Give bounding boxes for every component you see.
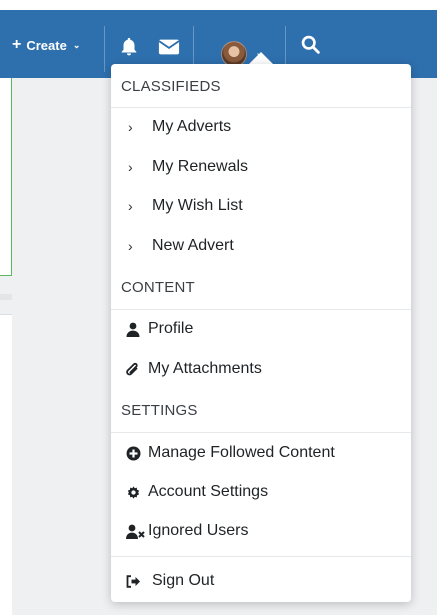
- menu-item-sign-out[interactable]: Sign Out: [111, 565, 411, 597]
- section-heading-settings: SETTINGS: [111, 388, 411, 432]
- section-divider: [111, 432, 411, 433]
- menu-item-label: My Renewals: [152, 158, 249, 175]
- menu-item-profile[interactable]: Profile: [111, 313, 411, 345]
- account-dropdown-menu: CLASSIFIEDS › My Adverts › My Renewals ›…: [111, 64, 411, 602]
- sign-out-icon: [111, 574, 152, 588]
- menu-item-ignored-users[interactable]: Ignored Users: [111, 515, 411, 547]
- menu-item-label: Sign Out: [152, 572, 215, 589]
- background-panel: [0, 314, 12, 615]
- chevron-right-icon: ›: [128, 238, 133, 254]
- section-heading-label: CONTENT: [121, 278, 195, 296]
- bell-icon[interactable]: [118, 36, 140, 58]
- menu-item-label: My Wish List: [152, 197, 243, 214]
- user-times-icon: [111, 524, 148, 539]
- menu-item-manage-followed-content[interactable]: Manage Followed Content: [111, 437, 411, 469]
- section-heading-content: CONTENT: [111, 265, 411, 309]
- background-divider: [0, 294, 12, 300]
- plus-circle-icon: [111, 446, 148, 461]
- section-divider: [111, 309, 411, 310]
- menu-item-account-settings[interactable]: Account Settings: [111, 476, 411, 508]
- user-icon: [111, 322, 148, 337]
- paperclip-icon: [111, 362, 148, 377]
- search-icon[interactable]: [300, 34, 321, 55]
- create-label: Create: [26, 37, 67, 53]
- envelope-icon[interactable]: [158, 38, 180, 56]
- section-heading-label: CLASSIFIEDS: [121, 77, 221, 95]
- menu-item-my-attachments[interactable]: My Attachments: [111, 353, 411, 385]
- menu-item-label: Manage Followed Content: [148, 444, 335, 461]
- nav-divider: [104, 26, 105, 72]
- plus-icon: +: [12, 36, 22, 53]
- menu-item-label: My Adverts: [152, 118, 232, 135]
- chevron-down-icon: ⌄: [72, 39, 81, 50]
- background-panel: [0, 78, 12, 276]
- create-menu-button[interactable]: + Create ⌄: [12, 36, 80, 54]
- chevron-right-icon: ›: [128, 198, 133, 214]
- menu-item-label: My Attachments: [148, 360, 262, 377]
- menu-item-label: Ignored Users: [148, 522, 249, 539]
- menu-item-my-wish-list[interactable]: › My Wish List: [111, 190, 411, 222]
- section-divider: [111, 556, 411, 557]
- chevron-right-icon: ›: [128, 119, 133, 135]
- menu-item-label: Profile: [148, 320, 194, 337]
- top-strip: [0, 0, 437, 10]
- gear-icon: [111, 485, 148, 500]
- chevron-right-icon: ›: [128, 159, 133, 175]
- menu-item-my-adverts[interactable]: › My Adverts: [111, 111, 411, 143]
- section-divider: [111, 107, 411, 108]
- menu-item-new-advert[interactable]: › New Advert: [111, 230, 411, 262]
- section-heading-label: SETTINGS: [121, 401, 198, 419]
- menu-item-my-renewals[interactable]: › My Renewals: [111, 151, 411, 183]
- menu-item-label: New Advert: [152, 237, 234, 254]
- menu-item-label: Account Settings: [148, 483, 269, 500]
- section-heading-classifieds: CLASSIFIEDS: [111, 64, 411, 108]
